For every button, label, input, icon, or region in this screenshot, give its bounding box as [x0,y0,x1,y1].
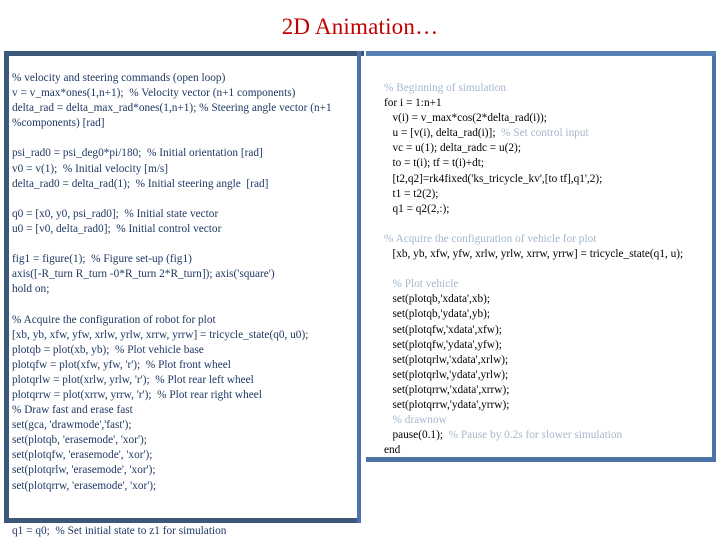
code-line: set(plotqb,'xdata',xb); [384,292,714,307]
code-line: set(plotqrlw, 'erasemode', 'xor'); [12,464,156,477]
code-line: %components) [rad] [12,117,105,130]
code-comment: % Pause by 0.2s for slower simulation [448,429,623,442]
code-line: q1 = q0; % Set initial state to z1 for s… [12,524,227,537]
code-text: set(plotqfw,'xdata',xfw); [384,323,502,336]
code-text: for i = 1:n+1 [384,97,442,110]
code-line: % velocity and steering commands (open l… [12,72,226,84]
code-line: set(plotqrrw,'ydata',yrrw); [384,398,714,413]
code-comment: % drawnow [384,414,447,427]
code-line: axis([-R_turn R_turn -0*R_turn 2*R_turn]… [12,268,275,281]
code-text: set(plotqrlw,'xdata',xrlw); [384,353,509,366]
code-line: plotqfw = plot(xfw, yfw, 'r'); % Plot fr… [12,358,231,371]
code-line: q1 = q2(2,:); [384,202,714,217]
code-text: set(plotqfw,'ydata',yfw); [384,338,502,351]
code-line: delta_rad = delta_max_rad*ones(1,n+1); %… [12,102,332,115]
code-line: v = v_max*ones(1,n+1); % Velocity vector… [12,87,296,100]
code-line: u = [v(i), delta_rad(i)]; % Set control … [384,126,714,141]
code-line: % Acquire the configuration of robot for… [12,313,216,326]
code-line: set(plotqfw,'xdata',xfw); [384,323,714,338]
code-line: set(plotqb, 'erasemode', 'xor'); [12,434,147,447]
code-comment: % Acquire the configuration of vehicle f… [384,232,597,245]
code-line: delta_rad0 = delta_rad(1); % Initial ste… [12,177,269,190]
code-line: % Plot vehicle [384,277,714,292]
code-line: vc = u(1); delta_radc = u(2); [384,141,714,156]
code-line: fig1 = figure(1); % Figure set-up (fig1) [12,253,192,266]
code-line: [t2,q2]=rk4fixed('ks_tricycle_kv',[to tf… [384,172,714,187]
code-comment: % Plot vehicle [384,278,459,291]
code-comment: % Set control input [501,127,589,140]
code-line: set(plotqrrw,'xdata',xrrw); [384,383,714,398]
code-line: set(plotqrlw,'ydata',yrlw); [384,368,714,383]
code-line: set(gca, 'drawmode','fast'); [12,419,132,432]
code-line: [xb, yb, xfw, yfw, xrlw, yrlw, xrrw, yrr… [12,328,309,341]
left-code-block: % velocity and steering commands (open l… [12,71,356,539]
code-line: pause(0.1); % Pause by 0.2s for slower s… [384,428,714,443]
code-text: vc = u(1); delta_radc = u(2); [384,142,521,155]
code-text: set(plotqb,'xdata',xb); [384,293,491,306]
code-text: pause(0.1); [384,429,449,442]
code-line: set(plotqfw,'ydata',yfw); [384,338,714,353]
code-line: v0 = v(1); % Initial velocity [m/s] [12,162,169,175]
code-line: plotqrlw = plot(xrlw, yrlw, 'r'); % Plot… [12,373,254,386]
code-comment: % Beginning of simulation [384,82,507,94]
code-line: plotqb = plot(xb, yb); % Plot vehicle ba… [12,343,204,356]
code-line: % Acquire the configuration of vehicle f… [384,232,714,247]
code-text: to = t(i); tf = t(i)+dt; [384,157,485,170]
right-code-block: % Beginning of simulation for i = 1:n+1 v… [384,81,714,458]
code-line: % drawnow [384,413,714,428]
code-text: t1 = t2(2); [384,187,439,200]
code-text: v(i) = v_max*cos(2*delta_rad(i)); [384,112,547,125]
code-line: end [384,443,714,458]
page-title: 2D Animation… [281,14,439,39]
code-line: u0 = [v0, delta_rad0]; % Initial control… [12,222,222,235]
code-line: q0 = [x0, y0, psi_rad0]; % Initial state… [12,207,219,220]
code-line: hold on; [12,283,50,296]
code-line: [xb, yb, xfw, yfw, xrlw, yrlw, xrrw, yrr… [384,247,714,262]
code-text: end [384,444,401,457]
left-code-panel-edge [357,51,361,523]
code-line: % Beginning of simulation [384,81,714,96]
code-line: v(i) = v_max*cos(2*delta_rad(i)); [384,111,714,126]
code-line: set(plotqb,'ydata',yb); [384,307,714,322]
code-line: psi_rad0 = psi_deg0*pi/180; % Initial or… [12,147,263,160]
code-line: set(plotqrlw,'xdata',xrlw); [384,353,714,368]
code-line: set(plotqfw, 'erasemode', 'xor'); [12,449,153,462]
code-text: [t2,q2]=rk4fixed('ks_tricycle_kv',[to tf… [384,172,603,185]
code-text: set(plotqrlw,'ydata',yrlw); [384,368,509,381]
code-text: q1 = q2(2,:); [384,202,450,215]
code-text: set(plotqb,'ydata',yb); [384,308,491,321]
code-text: set(plotqrrw,'ydata',yrrw); [384,398,510,411]
code-line: for i = 1:n+1 [384,96,714,111]
code-line: set(plotqrrw, 'erasemode', 'xor'); [12,479,157,492]
code-line: to = t(i); tf = t(i)+dt; [384,156,714,171]
code-text: [xb, yb, xfw, yfw, xrlw, yrlw, xrrw, yrr… [384,248,684,261]
code-text: u = [v(i), delta_rad(i)]; [384,127,502,140]
code-line: plotqrrw = plot(xrrw, yrrw, 'r'); % Plot… [12,388,262,401]
code-text: set(plotqrrw,'xdata',xrrw); [384,383,510,396]
code-line: % Draw fast and erase fast [12,404,133,417]
code-line: t1 = t2(2); [384,187,714,202]
